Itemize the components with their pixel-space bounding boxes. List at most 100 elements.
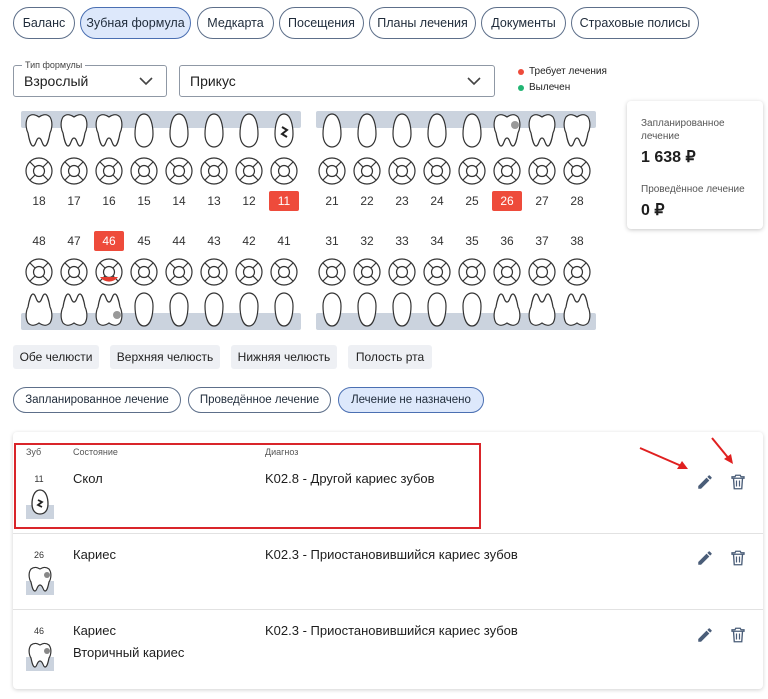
- tooth-21-surfaces[interactable]: [317, 156, 347, 186]
- tooth-48-surfaces[interactable]: [24, 257, 54, 287]
- tooth-12-number[interactable]: 12: [234, 191, 264, 211]
- tooth-47-number[interactable]: 47: [59, 231, 89, 251]
- tooth-15-number[interactable]: 15: [129, 191, 159, 211]
- tooth-32-number[interactable]: 32: [352, 231, 382, 251]
- tooth-45-surfaces[interactable]: [129, 257, 159, 287]
- tooth-41-icon[interactable]: [269, 291, 299, 329]
- tooth-17-icon[interactable]: [59, 111, 89, 149]
- tooth-15-surfaces[interactable]: [129, 156, 159, 186]
- tooth-13-number[interactable]: 13: [199, 191, 229, 211]
- tab-medcard[interactable]: Медкарта: [197, 7, 274, 39]
- tooth-48-number[interactable]: 48: [24, 231, 54, 251]
- tooth-44-surfaces[interactable]: [164, 257, 194, 287]
- tooth-28-icon[interactable]: [562, 111, 592, 149]
- tooth-48-icon[interactable]: [24, 291, 54, 329]
- filter-upper-jaw[interactable]: Верхняя челюсть: [110, 345, 220, 369]
- tooth-43-icon[interactable]: [199, 291, 229, 329]
- tooth-36-number[interactable]: 36: [492, 231, 522, 251]
- delete-icon[interactable]: [729, 549, 747, 567]
- tooth-13-surfaces[interactable]: [199, 156, 229, 186]
- tooth-24-number[interactable]: 24: [422, 191, 452, 211]
- tooth-47-icon[interactable]: [59, 291, 89, 329]
- tooth-26-surfaces[interactable]: [492, 156, 522, 186]
- tooth-15-icon[interactable]: [129, 111, 159, 149]
- filter-oral-cavity[interactable]: Полость рта: [348, 345, 432, 369]
- tooth-18-icon[interactable]: [24, 111, 54, 149]
- tooth-31-icon[interactable]: [317, 291, 347, 329]
- edit-icon[interactable]: [696, 549, 714, 567]
- tooth-42-icon[interactable]: [234, 291, 264, 329]
- tooth-12-surfaces[interactable]: [234, 156, 264, 186]
- tooth-27-icon[interactable]: [527, 111, 557, 149]
- tooth-18-surfaces[interactable]: [24, 156, 54, 186]
- tooth-38-surfaces[interactable]: [562, 257, 592, 287]
- tooth-36-icon[interactable]: [492, 291, 522, 329]
- tooth-28-number[interactable]: 28: [562, 191, 592, 211]
- tooth-32-surfaces[interactable]: [352, 257, 382, 287]
- tooth-44-icon[interactable]: [164, 291, 194, 329]
- tooth-16-number[interactable]: 16: [94, 191, 124, 211]
- tooth-27-surfaces[interactable]: [527, 156, 557, 186]
- tooth-31-number[interactable]: 31: [317, 231, 347, 251]
- tooth-14-number[interactable]: 14: [164, 191, 194, 211]
- tooth-18-number[interactable]: 18: [24, 191, 54, 211]
- tooth-21-icon[interactable]: [317, 111, 347, 149]
- tooth-32-icon[interactable]: [352, 291, 382, 329]
- tooth-31-surfaces[interactable]: [317, 257, 347, 287]
- tab-visits[interactable]: Посещения: [279, 7, 364, 39]
- tooth-37-icon[interactable]: [527, 291, 557, 329]
- tooth-36-surfaces[interactable]: [492, 257, 522, 287]
- bite-select[interactable]: Прикус: [179, 65, 495, 97]
- tooth-33-number[interactable]: 33: [387, 231, 417, 251]
- tooth-35-surfaces[interactable]: [457, 257, 487, 287]
- tooth-22-icon[interactable]: [352, 111, 382, 149]
- tab-done-treatment[interactable]: Проведённое лечение: [188, 387, 331, 413]
- tooth-22-surfaces[interactable]: [352, 156, 382, 186]
- filter-lower-jaw[interactable]: Нижняя челюсть: [231, 345, 337, 369]
- tooth-14-icon[interactable]: [164, 111, 194, 149]
- table-row[interactable]: [13, 534, 763, 609]
- tooth-23-number[interactable]: 23: [387, 191, 417, 211]
- tooth-33-surfaces[interactable]: [387, 257, 417, 287]
- tooth-33-icon[interactable]: [387, 291, 417, 329]
- tooth-34-surfaces[interactable]: [422, 257, 452, 287]
- tooth-44-number[interactable]: 44: [164, 231, 194, 251]
- tooth-34-icon[interactable]: [422, 291, 452, 329]
- tab-treatment-plans[interactable]: Планы лечения: [369, 7, 476, 39]
- tooth-46-number[interactable]: 46: [94, 231, 124, 251]
- tooth-25-surfaces[interactable]: [457, 156, 487, 186]
- tab-insurance[interactable]: Страховые полисы: [571, 7, 699, 39]
- tooth-26-icon[interactable]: [492, 111, 522, 149]
- tooth-35-icon[interactable]: [457, 291, 487, 329]
- tooth-17-surfaces[interactable]: [59, 156, 89, 186]
- tooth-17-number[interactable]: 17: [59, 191, 89, 211]
- tooth-22-number[interactable]: 22: [352, 191, 382, 211]
- tooth-27-number[interactable]: 27: [527, 191, 557, 211]
- delete-icon[interactable]: [729, 626, 747, 644]
- tooth-41-surfaces[interactable]: [269, 257, 299, 287]
- tooth-42-surfaces[interactable]: [234, 257, 264, 287]
- tooth-23-surfaces[interactable]: [387, 156, 417, 186]
- edit-icon[interactable]: [696, 626, 714, 644]
- tooth-37-number[interactable]: 37: [527, 231, 557, 251]
- tooth-46-icon[interactable]: [94, 291, 124, 329]
- tooth-43-number[interactable]: 43: [199, 231, 229, 251]
- tooth-41-number[interactable]: 41: [269, 231, 299, 251]
- tooth-47-surfaces[interactable]: [59, 257, 89, 287]
- tooth-16-icon[interactable]: [94, 111, 124, 149]
- tooth-14-surfaces[interactable]: [164, 156, 194, 186]
- tooth-12-icon[interactable]: [234, 111, 264, 149]
- tooth-21-number[interactable]: 21: [317, 191, 347, 211]
- tooth-37-surfaces[interactable]: [527, 257, 557, 287]
- tooth-26-number[interactable]: 26: [492, 191, 522, 211]
- tab-documents[interactable]: Документы: [481, 7, 566, 39]
- tooth-11-icon[interactable]: [269, 111, 299, 149]
- tooth-25-number[interactable]: 25: [457, 191, 487, 211]
- tooth-16-surfaces[interactable]: [94, 156, 124, 186]
- tooth-42-number[interactable]: 42: [234, 231, 264, 251]
- tooth-45-icon[interactable]: [129, 291, 159, 329]
- tooth-23-icon[interactable]: [387, 111, 417, 149]
- tooth-13-icon[interactable]: [199, 111, 229, 149]
- tooth-34-number[interactable]: 34: [422, 231, 452, 251]
- tooth-38-icon[interactable]: [562, 291, 592, 329]
